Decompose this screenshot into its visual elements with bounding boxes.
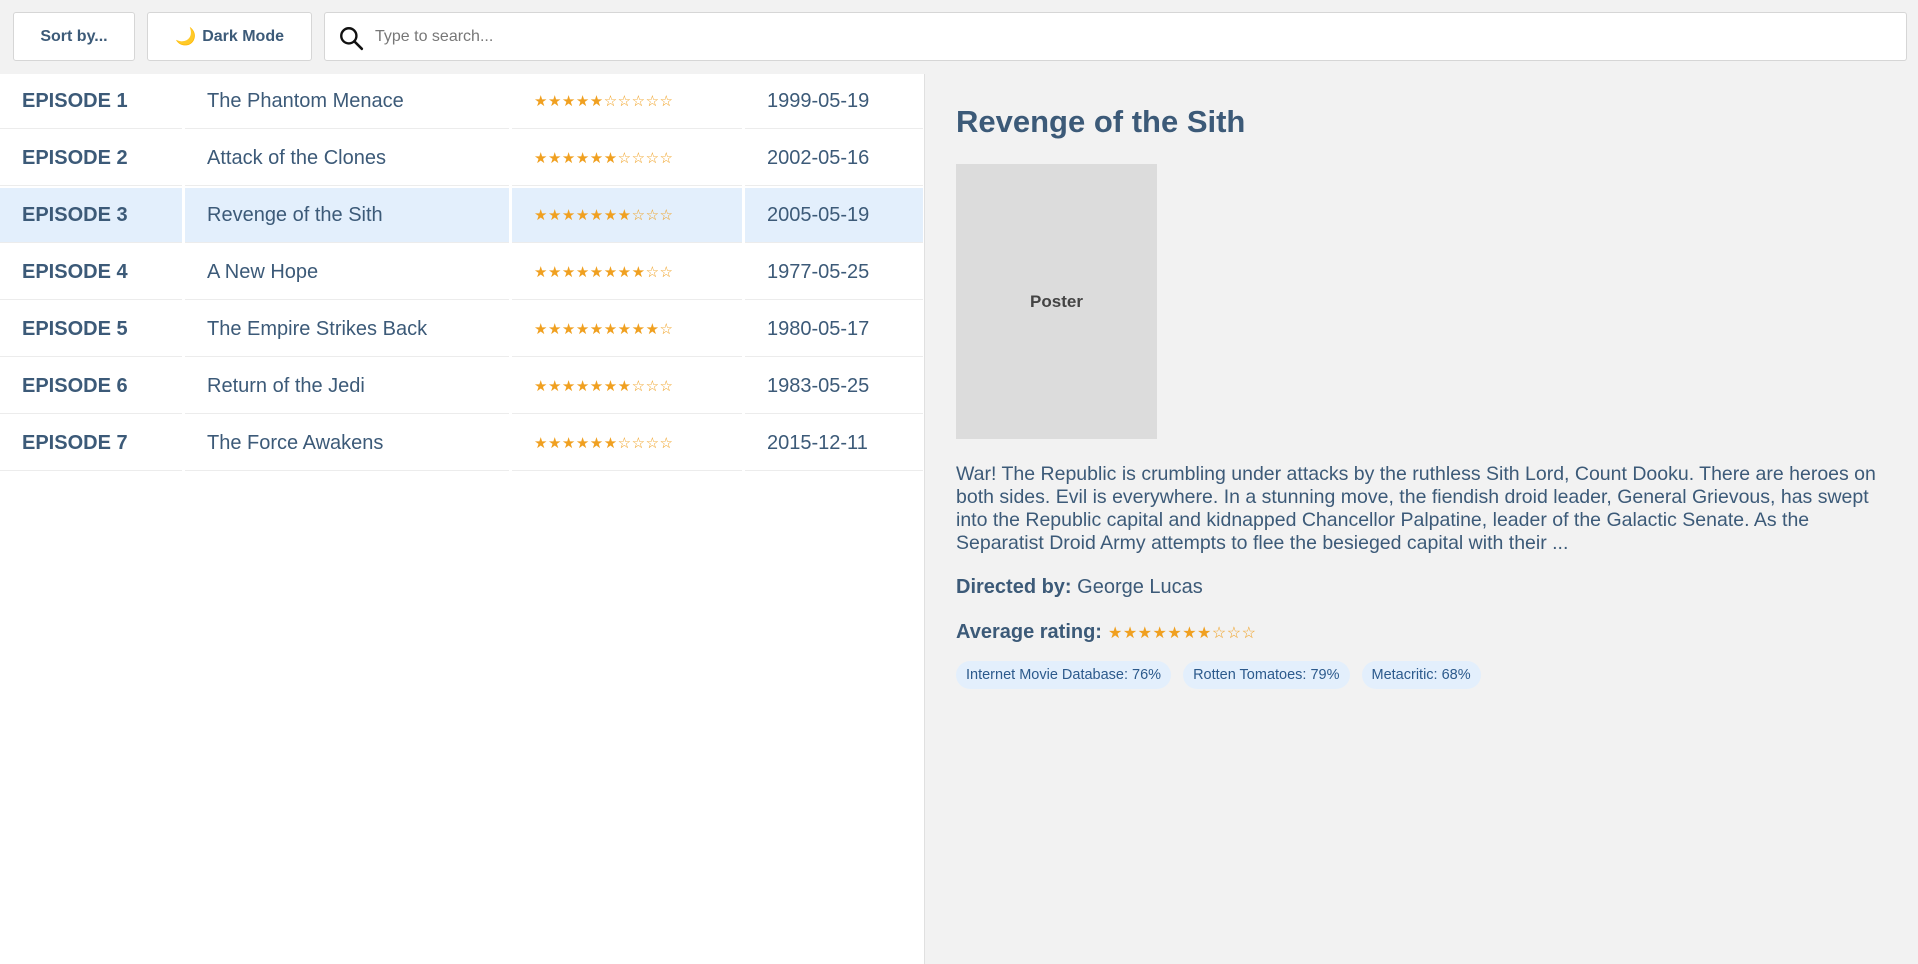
rating-badge-metacritic: Metacritic: 68% (1361, 661, 1481, 689)
episode-row[interactable]: EPISODE 3 Revenge of the Sith ★★★★★★★☆☆☆… (0, 188, 925, 245)
release-date: 2005-05-19 (745, 188, 923, 243)
episode-row[interactable]: EPISODE 7 The Force Awakens ★★★★★★☆☆☆☆ 2… (0, 416, 925, 473)
rating-stars: ★★★★★★★★★☆ (512, 302, 742, 357)
rating-stars: ★★★★★★★☆☆☆ (512, 188, 742, 243)
rating-stars: ★★★★★☆☆☆☆☆ (512, 74, 742, 129)
episode-title: The Empire Strikes Back (185, 302, 509, 357)
release-date: 2015-12-11 (745, 416, 923, 471)
episode-number: EPISODE 5 (0, 302, 182, 357)
rating-badges: Internet Movie Database: 76% Rotten Toma… (956, 661, 1481, 689)
episode-number: EPISODE 6 (0, 359, 182, 414)
moon-icon: 🌙 (175, 26, 197, 46)
episode-row[interactable]: EPISODE 1 The Phantom Menace ★★★★★☆☆☆☆☆ … (0, 74, 925, 131)
release-date: 2002-05-16 (745, 131, 923, 186)
poster-placeholder: Poster (956, 164, 1157, 439)
synopsis: War! The Republic is crumbling under att… (956, 463, 1876, 554)
episode-title: The Phantom Menace (185, 74, 509, 129)
release-date: 1977-05-25 (745, 245, 923, 300)
average-rating-label: Average rating: (956, 621, 1102, 643)
episode-number: EPISODE 7 (0, 416, 182, 471)
average-rating-stars: ★★★★★★★☆☆☆ (1107, 624, 1257, 642)
director-name: George Lucas (1077, 576, 1203, 598)
episode-number: EPISODE 3 (0, 188, 182, 243)
release-date: 1999-05-19 (745, 74, 923, 129)
sort-button[interactable]: Sort by... (13, 12, 135, 61)
toolbar: Sort by... 🌙 Dark Mode (0, 0, 1918, 74)
release-date: 1980-05-17 (745, 302, 923, 357)
episode-title: A New Hope (185, 245, 509, 300)
search-input[interactable] (375, 13, 1895, 60)
episode-list: EPISODE 1 The Phantom Menace ★★★★★☆☆☆☆☆ … (0, 74, 925, 964)
rating-badge-imdb: Internet Movie Database: 76% (956, 661, 1172, 689)
search-bar[interactable] (324, 12, 1907, 61)
episode-title: Return of the Jedi (185, 359, 509, 414)
episode-number: EPISODE 1 (0, 74, 182, 129)
episode-title: Attack of the Clones (185, 131, 509, 186)
director-line: Directed by: George Lucas (956, 576, 1203, 599)
rating-stars: ★★★★★★★☆☆☆ (512, 359, 742, 414)
average-rating-line: Average rating: ★★★★★★★☆☆☆ (956, 621, 1256, 644)
poster-label: Poster (1030, 291, 1083, 311)
detail-panel: Revenge of the Sith Poster War! The Repu… (926, 74, 1918, 964)
episode-title: The Force Awakens (185, 416, 509, 471)
episode-row[interactable]: EPISODE 4 A New Hope ★★★★★★★★☆☆ 1977-05-… (0, 245, 925, 302)
directed-label: Directed by: (956, 576, 1072, 598)
release-date: 1983-05-25 (745, 359, 923, 414)
episode-row[interactable]: EPISODE 2 Attack of the Clones ★★★★★★☆☆☆… (0, 131, 925, 188)
rating-stars: ★★★★★★★★☆☆ (512, 245, 742, 300)
episode-number: EPISODE 2 (0, 131, 182, 186)
dark-mode-label: Dark Mode (202, 27, 284, 45)
rating-stars: ★★★★★★☆☆☆☆ (512, 131, 742, 186)
rating-badge-rotten-tomatoes: Rotten Tomatoes: 79% (1183, 661, 1350, 689)
episode-number: EPISODE 4 (0, 245, 182, 300)
dark-mode-button[interactable]: 🌙 Dark Mode (147, 12, 312, 61)
detail-title: Revenge of the Sith (956, 104, 1246, 139)
search-icon (340, 27, 364, 51)
rating-stars: ★★★★★★☆☆☆☆ (512, 416, 742, 471)
episode-row[interactable]: EPISODE 6 Return of the Jedi ★★★★★★★☆☆☆ … (0, 359, 925, 416)
episode-row[interactable]: EPISODE 5 The Empire Strikes Back ★★★★★★… (0, 302, 925, 359)
episode-title: Revenge of the Sith (185, 188, 509, 243)
